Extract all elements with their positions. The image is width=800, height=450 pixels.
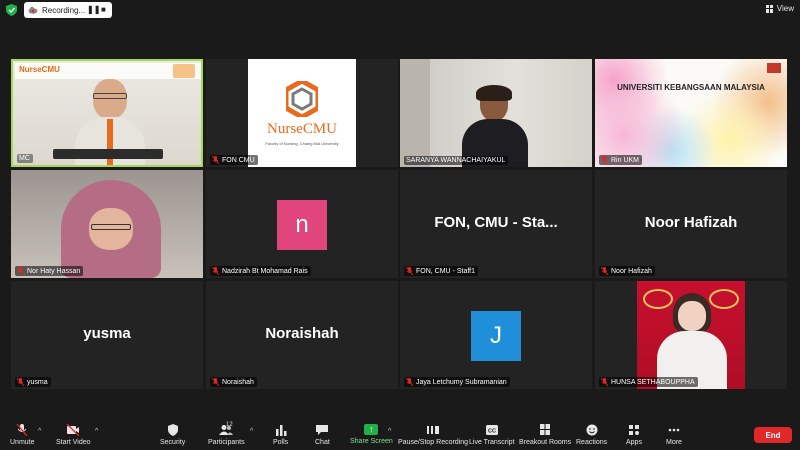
participants-options-caret-icon[interactable]: ^ <box>250 428 253 435</box>
display-name: FON, CMU - Sta... <box>434 214 558 231</box>
mic-muted-icon <box>406 267 413 275</box>
banner-title: UNIVERSITI KEBANGSAAN MALAYSIA <box>617 83 765 92</box>
apps-button[interactable]: Apps <box>626 424 642 446</box>
grid-view-icon <box>765 4 774 13</box>
person-silhouette <box>657 293 727 389</box>
polls-icon <box>275 425 287 436</box>
recording-label: Recording... <box>42 5 86 15</box>
view-button[interactable]: View <box>765 4 794 13</box>
meeting-toolbar: Unmute ^ Start Video ^ Security Particip… <box>0 418 800 450</box>
badge-logo-icon <box>173 64 195 78</box>
share-options-caret-icon[interactable]: ^ <box>388 428 391 435</box>
smiley-icon <box>586 424 598 436</box>
video-tile-rin-ukm[interactable]: UNIVERSITI KEBANGSAAN MALAYSIA Rin UKM <box>595 59 787 167</box>
person-silhouette <box>51 180 171 278</box>
apps-icon <box>628 425 639 435</box>
logo-text: NurseCMU <box>267 121 337 137</box>
laptop-icon <box>53 149 163 159</box>
participant-name: Noor Hafizah <box>599 266 655 276</box>
chat-button[interactable]: Chat <box>315 424 330 446</box>
participant-name: Nor Haty Hassan <box>15 266 84 276</box>
pause-recording-icon[interactable]: ❚❚ <box>87 5 100 14</box>
audio-options-caret-icon[interactable]: ^ <box>38 428 41 435</box>
watercolor-banner <box>595 59 787 167</box>
top-bar: Recording... ❚❚ ■ View <box>0 0 800 20</box>
video-tile-hunsa[interactable]: HUNSA SETHABOUPPHA <box>595 281 787 389</box>
share-screen-button[interactable]: ↑ Share Screen <box>350 424 393 445</box>
participant-name: FON CMU <box>210 155 258 165</box>
video-tile-yusma[interactable]: yusma yusma <box>11 281 203 389</box>
video-tile-fon-cmu-staff1[interactable]: FON, CMU - Sta... FON, CMU - Staff1 <box>400 170 592 278</box>
logo-subtitle: Faculty of Nursing, Chiang Mai Universit… <box>265 141 339 146</box>
participant-name: MC <box>17 154 33 163</box>
breakout-rooms-button[interactable]: Breakout Rooms <box>519 424 571 446</box>
recording-indicator[interactable]: Recording... ❚❚ ■ <box>24 2 112 18</box>
mic-muted-icon <box>601 267 608 275</box>
polls-button[interactable]: Polls <box>273 424 288 446</box>
live-transcript-button[interactable]: CC Live Transcript <box>469 424 515 446</box>
pause-stop-recording-button[interactable]: Pause/Stop Recording <box>398 424 468 446</box>
participant-name: SARANYA WANNACHAIYAKUL <box>404 156 509 165</box>
mic-muted-icon <box>601 156 608 164</box>
more-button[interactable]: More <box>666 424 682 446</box>
avatar: J <box>471 311 521 361</box>
participant-name: Jaya Letchumy Subramanian <box>404 377 510 387</box>
mic-muted-icon <box>17 378 24 386</box>
participant-name: Nadzirah Bt Mohamad Rais <box>210 266 311 276</box>
video-options-caret-icon[interactable]: ^ <box>95 428 98 435</box>
more-icon <box>668 428 680 432</box>
video-tile-noraishah[interactable]: Noraishah Noraishah <box>206 281 398 389</box>
pause-stop-icon <box>427 426 440 434</box>
wall-panel <box>400 59 430 167</box>
mic-muted-icon <box>212 378 219 386</box>
display-name: Noraishah <box>265 325 339 342</box>
video-tile-saranya[interactable]: SARANYA WANNACHAIYAKUL <box>400 59 592 167</box>
mic-muted-icon <box>212 267 219 275</box>
display-name: yusma <box>83 325 131 342</box>
display-name: Noor Hafizah <box>644 214 738 231</box>
participants-count-badge: 12 <box>226 422 233 428</box>
stop-recording-icon[interactable]: ■ <box>101 5 106 14</box>
nursecmu-logo-text: NurseCMU <box>19 65 60 74</box>
video-off-icon <box>66 424 80 436</box>
nursecmu-logo: NurseCMU Faculty of Nursing, Chiang Mai … <box>248 59 356 167</box>
mic-muted-icon <box>212 156 219 164</box>
unmute-button[interactable]: Unmute <box>10 424 35 446</box>
cloud-record-icon <box>28 6 38 14</box>
video-tile-fon-cmu[interactable]: NurseCMU Faculty of Nursing, Chiang Mai … <box>206 59 398 167</box>
security-button[interactable]: Security <box>160 424 185 446</box>
hexagon-logo-icon <box>286 81 318 117</box>
view-label: View <box>776 4 794 13</box>
shield-icon <box>167 424 178 436</box>
video-tile-mc[interactable]: NurseCMU MC <box>11 59 203 167</box>
mic-muted-icon <box>16 424 28 436</box>
svg-text:CC: CC <box>488 429 496 435</box>
breakout-rooms-icon <box>540 424 551 435</box>
video-tile-nor-haty-hassan[interactable]: Nor Haty Hassan <box>11 170 203 278</box>
end-meeting-button[interactable]: End <box>754 427 792 443</box>
participant-name: HUNSA SETHABOUPPHA <box>599 377 698 387</box>
mic-muted-icon <box>601 378 608 386</box>
share-screen-icon: ↑ <box>364 424 379 435</box>
participant-name: yusma <box>15 377 51 387</box>
person-silhouette <box>460 85 530 167</box>
mic-muted-icon <box>17 267 24 275</box>
mic-muted-icon <box>406 378 413 386</box>
participant-name: Noraishah <box>210 377 257 387</box>
video-tile-jaya[interactable]: J Jaya Letchumy Subramanian <box>400 281 592 389</box>
participant-name: Rin UKM <box>599 155 643 165</box>
video-tile-noor-hafizah[interactable]: Noor Hafizah Noor Hafizah <box>595 170 787 278</box>
ukm-crest-icon <box>767 63 781 73</box>
reactions-button[interactable]: Reactions <box>576 424 607 446</box>
start-video-button[interactable]: Start Video <box>56 424 91 446</box>
cc-icon: CC <box>485 425 498 435</box>
participant-name: FON, CMU - Staff1 <box>404 266 478 276</box>
avatar: n <box>277 200 327 250</box>
chat-icon <box>316 425 329 435</box>
video-feed <box>637 281 745 389</box>
shield-icon[interactable] <box>6 4 17 16</box>
video-tile-nadzirah[interactable]: n Nadzirah Bt Mohamad Rais <box>206 170 398 278</box>
